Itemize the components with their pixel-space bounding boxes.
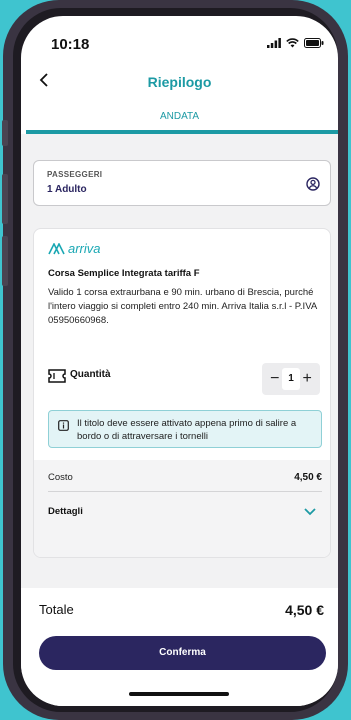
cost-value: 4,50 € [294,472,322,483]
quantity-label: Quantità [70,369,111,380]
header: Riepilogo [21,60,338,100]
quantity-value: 1 [281,368,301,390]
quantity-stepper: − 1 + [262,363,320,395]
cost-section: Costo 4,50 € Dettagli [34,460,330,557]
passengers-value: 1 Adulto [47,184,87,195]
info-notice: Il titolo deve essere attivato appena pr… [48,410,322,448]
phone-side-button [2,120,8,146]
status-bar: 10:18 [21,16,338,60]
operator-logo: arriva [48,241,101,256]
phone-side-button [2,236,8,286]
app-screen: 10:18 Riepilogo ANDATA PASSEGGERI 1 Adul… [21,16,338,706]
operator-logo-text: arriva [68,241,101,256]
passengers-label: PASSEGGERI [47,170,103,179]
ticket-description: Valido 1 corsa extraurbana e 90 min. urb… [48,287,317,326]
details-toggle[interactable]: Dettagli [48,506,322,526]
ticket-card: arriva Corsa Semplice Integrata tariffa … [33,228,331,558]
info-icon [58,420,69,431]
battery-icon [304,38,324,48]
total-value: 4,50 € [285,602,324,618]
ticket-title: Corsa Semplice Integrata tariffa F [48,268,200,279]
confirm-button[interactable]: Conferma [39,636,326,670]
summary-content: PASSEGGERI 1 Adulto arriva Corsa Semplic… [21,134,338,588]
info-text: Il titolo deve essere attivato appena pr… [77,418,297,442]
passengers-card[interactable]: PASSEGGERI 1 Adulto [33,160,331,206]
cost-label: Costo [48,472,73,483]
home-indicator [129,692,229,696]
page-title: Riepilogo [147,74,212,90]
total-label: Totale [39,602,74,617]
arriva-logo-icon [48,242,65,254]
cost-row: Costo 4,50 € [48,472,322,492]
decrement-button[interactable]: − [268,370,282,388]
footer: Totale 4,50 € Conferma [21,588,338,706]
user-icon [306,177,320,191]
tab-andata[interactable]: ANDATA [21,106,338,132]
wifi-icon [286,38,299,48]
status-icons [267,38,324,48]
phone-side-button [2,174,8,224]
chevron-down-icon [304,508,316,516]
details-label: Dettagli [48,506,83,517]
quantity-row: Quantità − 1 + [48,363,320,395]
signal-icon [267,38,281,48]
increment-button[interactable]: + [300,370,314,388]
ticket-icon [48,369,66,383]
status-time: 10:18 [51,36,90,53]
